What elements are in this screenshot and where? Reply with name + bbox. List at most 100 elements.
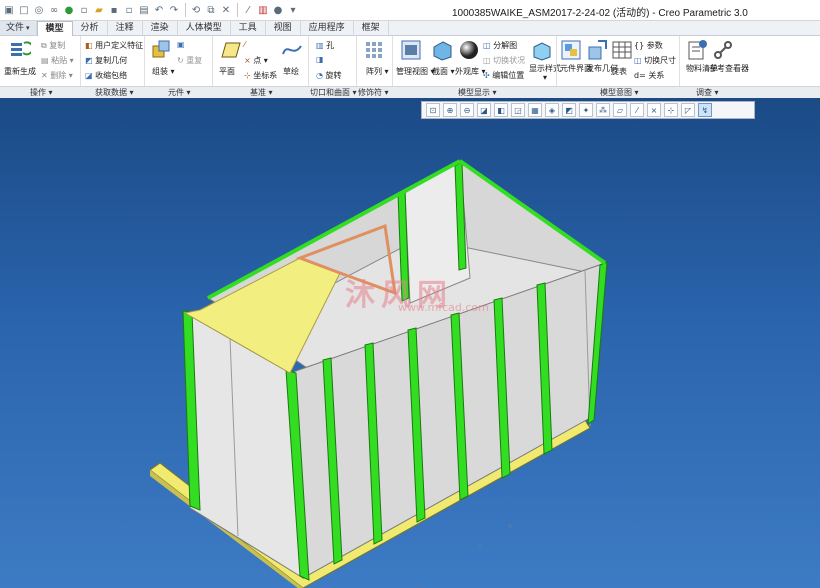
tab-model[interactable]: 模型	[36, 21, 73, 36]
explode-button[interactable]: ◫ 分解图	[483, 40, 517, 51]
group-get-data[interactable]: 获取数据 ▾	[95, 87, 134, 98]
globe-icon[interactable]: ●	[62, 3, 76, 17]
csys-button[interactable]: ⊹ 坐标系	[244, 70, 277, 81]
extrude-icon[interactable]: ◨	[316, 55, 324, 64]
group-modifiers[interactable]: 修饰符 ▾	[358, 87, 389, 98]
table-button[interactable]: 旋表	[611, 66, 627, 77]
close-window-icon[interactable]: ✕	[219, 3, 233, 17]
reference-viewer-icon	[714, 41, 732, 59]
assembly-model[interactable]	[0, 98, 820, 588]
group-cuts-surfaces[interactable]: 切口和曲面 ▾	[310, 87, 357, 98]
group-model-intent[interactable]: 模型意图 ▾	[600, 87, 639, 98]
folder-open-icon[interactable]: ▰	[92, 3, 106, 17]
manage-views-icon	[401, 40, 421, 60]
undo-icon[interactable]: ↶	[152, 3, 166, 17]
toggle-state-icon: ◫	[483, 56, 491, 65]
regenerate-small-icon[interactable]: ⟲	[189, 3, 203, 17]
regenerate-icon	[11, 41, 31, 56]
copy-icon: ⧉	[41, 41, 47, 50]
group-investigate[interactable]: 调查 ▾	[696, 87, 719, 98]
publish-geometry-icon	[588, 40, 607, 60]
watermark-url: www.mfcad.com	[398, 301, 489, 314]
assemble-button[interactable]: 组装 ▾	[152, 66, 175, 77]
sketch-icon	[282, 45, 302, 55]
tab-framework[interactable]: 框架	[354, 21, 389, 35]
fasteners	[418, 524, 512, 588]
udf-icon: ◧	[85, 41, 93, 50]
display-style-icon	[533, 42, 551, 61]
open-icon[interactable]: ◎	[32, 3, 46, 17]
edit-position-button[interactable]: ✣ 编辑位置	[483, 70, 524, 81]
manage-views-button[interactable]: 管理视图 ▾	[396, 66, 435, 77]
sphere-icon[interactable]: ●	[271, 3, 285, 17]
udf-button[interactable]: ◧ 用户定义特征	[85, 40, 143, 51]
copy-geometry-icon: ◩	[85, 56, 93, 65]
toggle-state-button[interactable]: ◫ 切换状况	[483, 55, 525, 66]
section-button[interactable]: 截面 ▾	[432, 66, 455, 77]
appearance-button[interactable]: 外观库 ▾	[455, 66, 486, 77]
parameters-icon: {}	[634, 41, 645, 50]
copy-button[interactable]: ⧉ 复制	[41, 40, 65, 51]
ribbon: 重新生成 ⧉ 复制 ▤ 粘贴 ▾ ✕ 删除 ▾ ◧ 用户定义特征 ◩ 复制几何 …	[0, 36, 820, 86]
ribbon-tabs: 文件 ▾ 模型 分析 注释 渲染 人体模型 工具 视图 应用程序 框架	[0, 21, 820, 36]
toggle-dimensions-button[interactable]: ◫ 切换尺寸	[634, 55, 676, 66]
create-component-icon[interactable]: ▣	[177, 40, 185, 49]
pattern-button[interactable]: 阵列 ▾	[366, 66, 389, 77]
hole-icon: ▥	[316, 41, 324, 50]
group-datum[interactable]: 基准 ▾	[250, 87, 273, 98]
group-component[interactable]: 元件 ▾	[168, 87, 191, 98]
measure-icon[interactable]: ⁄	[241, 3, 255, 17]
paste-icon: ▤	[41, 56, 49, 65]
regenerate-button[interactable]: 重新生成	[4, 66, 36, 77]
tab-applications[interactable]: 应用程序	[301, 21, 354, 35]
shrinkwrap-button[interactable]: ◪ 收缩包络	[85, 70, 127, 81]
link-icon[interactable]: ∞	[47, 3, 61, 17]
hole-button[interactable]: ▥ 孔	[316, 40, 334, 51]
bom-icon	[688, 40, 707, 60]
component-interface-icon	[561, 40, 581, 60]
reference-viewer-button[interactable]: 参考查看器	[709, 64, 749, 73]
group-model-display[interactable]: 模型显示 ▾	[458, 87, 497, 98]
repeat-button[interactable]: ↻ 重复	[177, 55, 202, 66]
plane-button[interactable]: 平面	[219, 66, 235, 77]
tab-render[interactable]: 渲染	[143, 21, 178, 35]
paste-button[interactable]: ▤ 粘贴 ▾	[41, 55, 74, 66]
group-operations[interactable]: 操作 ▾	[30, 87, 53, 98]
print-icon[interactable]: ▤	[137, 3, 151, 17]
new-file-icon[interactable]: □	[17, 3, 31, 17]
axis-icon[interactable]: ⁄	[244, 40, 245, 49]
repeat-icon: ↻	[177, 56, 184, 65]
delete-button[interactable]: ✕ 删除 ▾	[41, 70, 73, 81]
windows-icon[interactable]: ⧉	[204, 3, 218, 17]
tab-view[interactable]: 视图	[266, 21, 301, 35]
title-bar: ▣ □ ◎ ∞ ● ▫ ▰ ▪ ▫ ▤ ↶ ↷ ⟲ ⧉ ✕ ⁄ ▥ ● ▾ 10…	[0, 0, 820, 21]
blank-icon[interactable]: ▫	[77, 3, 91, 17]
toggle-dimensions-icon: ◫	[634, 56, 642, 65]
save-icon[interactable]: ▪	[107, 3, 121, 17]
explode-icon: ◫	[483, 41, 491, 50]
redo-icon[interactable]: ↷	[167, 3, 181, 17]
point-button[interactable]: × 点 ▾	[244, 55, 268, 66]
tab-annotate[interactable]: 注释	[108, 21, 143, 35]
csys-icon: ⊹	[244, 71, 251, 80]
copy-geometry-button[interactable]: ◩ 复制几何	[85, 55, 127, 66]
graphics-viewport[interactable]: ⊡ ⊕ ⊖ ◪ ◧ ◲ ▦ ◈ ◩ ✦ ⁂ ▱ ⁄ × ⊹ ◸ ↯ 沐风网 ww…	[0, 98, 820, 588]
sketch-button[interactable]: 草绘	[283, 66, 299, 77]
tab-manikin[interactable]: 人体模型	[178, 21, 231, 35]
save-as-icon[interactable]: ▫	[122, 3, 136, 17]
pattern-icon	[366, 42, 382, 58]
tab-analysis[interactable]: 分析	[73, 21, 108, 35]
color-palette-icon[interactable]: ▥	[256, 3, 270, 17]
app-menu-icon[interactable]: ▣	[2, 3, 16, 17]
tab-tools[interactable]: 工具	[231, 21, 266, 35]
revolve-button[interactable]: ◔ 旋转	[316, 70, 342, 81]
dropdown-chevron-icon[interactable]: ▾	[286, 3, 300, 17]
appearance-icon	[460, 41, 478, 59]
relations-button[interactable]: d= 关系	[634, 70, 664, 81]
relations-icon: d=	[634, 71, 646, 80]
tab-file[interactable]: 文件 ▾	[0, 21, 37, 35]
plane-icon	[221, 42, 241, 58]
table-icon	[612, 41, 632, 59]
parameters-button[interactable]: {} 参数	[634, 40, 663, 51]
shrinkwrap-icon: ◪	[85, 71, 93, 80]
